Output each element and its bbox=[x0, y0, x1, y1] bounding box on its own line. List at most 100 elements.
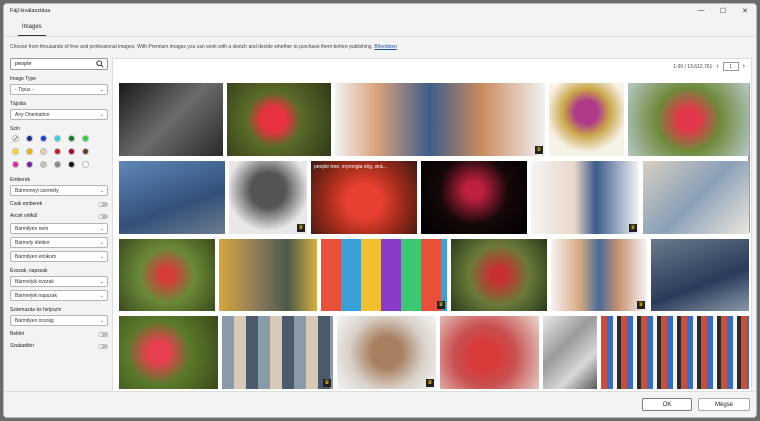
image-type-value: - Típus - bbox=[15, 86, 34, 93]
info-text: Choose from thousands of free and profes… bbox=[10, 44, 373, 50]
age-select[interactable]: Bármely életkor ⌄ bbox=[10, 237, 108, 248]
premium-crown-icon: ♛ bbox=[323, 379, 331, 387]
image-tile[interactable] bbox=[643, 161, 749, 234]
image-tile[interactable] bbox=[543, 316, 597, 389]
ethnicity-value: Bármilyen etnikum bbox=[15, 253, 57, 260]
maximize-button[interactable]: ☐ bbox=[712, 4, 734, 17]
color-swatch[interactable] bbox=[40, 148, 47, 155]
color-swatch[interactable] bbox=[68, 161, 75, 168]
image-tile[interactable] bbox=[119, 316, 218, 389]
orientation-label: Tájolás bbox=[10, 101, 27, 107]
search-icon[interactable] bbox=[96, 60, 104, 68]
orientation-value: Any Orientation bbox=[15, 111, 50, 118]
image-tile[interactable]: ♛ bbox=[222, 316, 333, 389]
country-value: Bármilyen ország bbox=[15, 317, 54, 324]
search-input[interactable]: people bbox=[10, 58, 108, 70]
image-tile[interactable]: ♛ bbox=[337, 316, 436, 389]
image-tile[interactable]: ♛ bbox=[531, 161, 639, 234]
season-value: Bármelyik évszak bbox=[15, 278, 54, 285]
file-picker-dialog: Fájl kiválasztása — ☐ ✕ Images Choose fr… bbox=[3, 3, 757, 418]
image-tile[interactable] bbox=[451, 239, 547, 311]
close-button[interactable]: ✕ bbox=[734, 4, 756, 17]
premium-crown-icon: ♛ bbox=[629, 224, 637, 232]
image-tile[interactable] bbox=[421, 161, 527, 234]
country-select[interactable]: Bármilyen ország ⌄ bbox=[10, 315, 108, 326]
daytime-value: Bármelyik napszak bbox=[15, 292, 57, 299]
ethnicity-select[interactable]: Bármilyen etnikum ⌄ bbox=[10, 251, 108, 262]
color-swatch[interactable] bbox=[68, 148, 75, 155]
color-swatch[interactable] bbox=[54, 135, 61, 142]
chevron-down-icon: ⌄ bbox=[99, 86, 104, 93]
ok-button[interactable]: OK bbox=[642, 398, 692, 411]
image-tile[interactable] bbox=[227, 83, 331, 156]
info-line: Choose from thousands of free and profes… bbox=[10, 44, 397, 50]
image-tile[interactable] bbox=[119, 161, 225, 234]
color-swatch[interactable] bbox=[82, 148, 89, 155]
chevron-down-icon: ⌄ bbox=[99, 278, 104, 285]
image-tile[interactable] bbox=[549, 83, 624, 156]
page-input[interactable]: 1 bbox=[722, 62, 739, 71]
color-swatch[interactable] bbox=[12, 161, 19, 168]
dialog-footer: OK Mégse bbox=[4, 391, 756, 417]
color-swatch[interactable] bbox=[82, 161, 89, 168]
color-swatch[interactable] bbox=[26, 161, 33, 168]
indoor-row: Beltéri bbox=[10, 329, 108, 339]
origin-label: Származás és helyszín bbox=[10, 307, 62, 313]
gender-select[interactable]: Bármilyen nem ⌄ bbox=[10, 223, 108, 234]
image-tile[interactable]: ♛ bbox=[321, 239, 447, 311]
color-swatch[interactable] bbox=[26, 135, 33, 142]
image-type-label: Image Type bbox=[10, 76, 37, 82]
color-swatch[interactable] bbox=[40, 161, 47, 168]
no-faces-toggle[interactable] bbox=[98, 213, 108, 219]
image-tile[interactable] bbox=[119, 83, 223, 156]
image-tile[interactable] bbox=[628, 83, 749, 156]
no-faces-row: Arcok nélkül bbox=[10, 211, 108, 221]
people-count-select[interactable]: Bármennyi személy ⌄ bbox=[10, 185, 108, 196]
premium-crown-icon: ♛ bbox=[437, 301, 445, 309]
color-swatch[interactable] bbox=[68, 135, 75, 142]
outdoor-toggle[interactable] bbox=[98, 343, 108, 349]
image-tile[interactable]: people tree, myrongia vég, virá... bbox=[311, 161, 417, 234]
image-tile[interactable]: ♛ bbox=[229, 161, 307, 234]
image-tile[interactable] bbox=[651, 239, 749, 311]
image-tile[interactable] bbox=[601, 316, 749, 389]
color-swatch[interactable] bbox=[54, 148, 61, 155]
only-people-toggle[interactable] bbox=[98, 201, 108, 207]
color-swatch[interactable] bbox=[54, 161, 61, 168]
color-swatch[interactable] bbox=[12, 148, 19, 155]
orientation-select[interactable]: Any Orientation ⌄ bbox=[10, 109, 108, 120]
only-people-row: Csak emberek bbox=[10, 199, 108, 209]
image-type-select[interactable]: - Típus - ⌄ bbox=[10, 84, 108, 95]
image-tile[interactable]: ♛ bbox=[335, 83, 545, 156]
season-label: Évszak, napszak bbox=[10, 268, 48, 274]
color-swatch[interactable] bbox=[12, 135, 19, 142]
image-tile[interactable] bbox=[119, 239, 215, 311]
color-swatches bbox=[12, 135, 108, 168]
premium-crown-icon: ♛ bbox=[637, 301, 645, 309]
people-count-value: Bármennyi személy bbox=[15, 187, 59, 194]
filter-sidebar: people Image Type - Típus - ⌄ Tájolás Any… bbox=[10, 58, 108, 353]
premium-crown-icon: ♛ bbox=[426, 379, 434, 387]
search-value: people bbox=[15, 61, 32, 67]
next-page-icon[interactable]: › bbox=[743, 63, 745, 70]
cancel-button[interactable]: Mégse bbox=[698, 398, 750, 411]
image-tile[interactable] bbox=[440, 316, 539, 389]
image-tile[interactable] bbox=[219, 239, 317, 311]
color-swatch[interactable] bbox=[40, 135, 47, 142]
only-people-label: Csak emberek bbox=[10, 201, 43, 207]
color-swatch[interactable] bbox=[26, 148, 33, 155]
gender-value: Bármilyen nem bbox=[15, 225, 49, 232]
daytime-select[interactable]: Bármelyik napszak ⌄ bbox=[10, 290, 108, 301]
more-info-link[interactable]: Bővebben bbox=[374, 44, 397, 50]
image-tile[interactable]: ♛ bbox=[551, 239, 647, 311]
premium-crown-icon: ♛ bbox=[535, 146, 543, 154]
color-swatch[interactable] bbox=[82, 135, 89, 142]
indoor-toggle[interactable] bbox=[98, 331, 108, 337]
minimize-button[interactable]: — bbox=[690, 4, 712, 17]
tab-images[interactable]: Images bbox=[18, 24, 46, 36]
season-select[interactable]: Bármelyik évszak ⌄ bbox=[10, 276, 108, 287]
chevron-down-icon: ⌄ bbox=[99, 225, 104, 232]
indoor-label: Beltéri bbox=[10, 331, 25, 337]
prev-page-icon[interactable]: ‹ bbox=[716, 63, 718, 70]
people-label: Emberek bbox=[10, 177, 31, 183]
